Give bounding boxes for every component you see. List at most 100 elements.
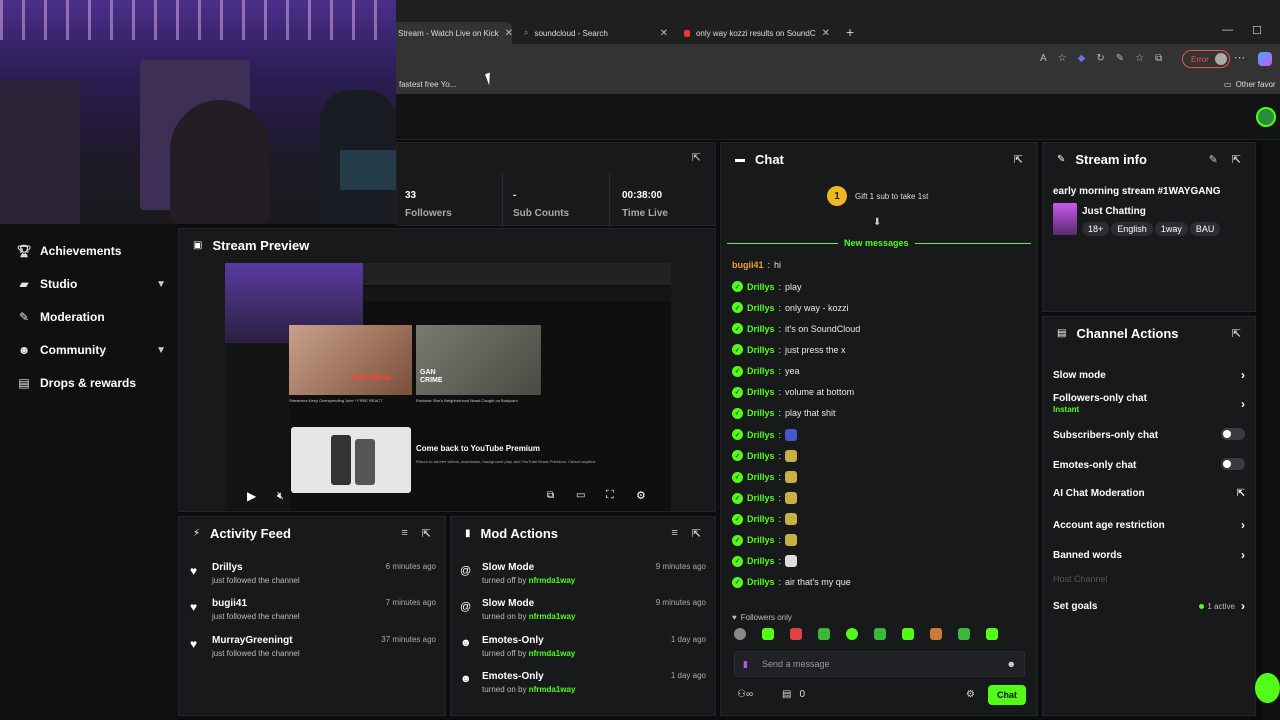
moderator-name[interactable]: nfrmda1way xyxy=(529,576,576,585)
chat-text: only way - kozzi xyxy=(785,302,849,313)
more-menu-icon[interactable]: ⋯ xyxy=(1234,51,1245,64)
chat-username[interactable]: Drillys xyxy=(747,324,775,334)
popout-icon[interactable]: ⇱ xyxy=(422,527,431,540)
microphone-icon[interactable]: ▮ xyxy=(743,659,748,670)
sidebar-item-drops[interactable]: ▤ Drops & rewards xyxy=(18,376,166,390)
emote-icon[interactable] xyxy=(902,628,914,640)
sidebar-item-achievements[interactable]: 🏆︎ Achievements xyxy=(16,244,166,258)
tag-pill[interactable]: English xyxy=(1111,222,1153,236)
filter-icon[interactable]: ≡ xyxy=(671,527,677,540)
chat-username[interactable]: Drillys xyxy=(747,282,775,292)
chat-username[interactable]: Drillys xyxy=(747,514,775,524)
maximize-button[interactable]: ☐ xyxy=(1252,24,1262,37)
chat-username[interactable]: Drillys xyxy=(747,366,775,376)
emote-icon[interactable] xyxy=(762,628,774,640)
moderator-name[interactable]: nfrmda1way xyxy=(529,649,576,658)
profile-error-badge[interactable]: Error xyxy=(1182,50,1230,68)
mute-icon[interactable]: 🔇︎ xyxy=(277,490,284,503)
chat-username[interactable]: Drillys xyxy=(747,408,775,418)
other-favorites[interactable]: ▭ Other favor xyxy=(1224,80,1276,89)
popout-icon[interactable]: ⇱ xyxy=(692,151,701,164)
settings-gear-icon[interactable]: ⚙ xyxy=(636,489,646,502)
chat-username[interactable]: Drillys xyxy=(747,345,775,355)
sidebar-item-community[interactable]: ☻ Community ▼ xyxy=(18,343,166,357)
emote-icon[interactable] xyxy=(846,628,858,640)
emote-icon[interactable] xyxy=(930,628,942,640)
moderator-name[interactable]: nfrmda1way xyxy=(529,612,576,621)
users-icon[interactable]: ⚇∞ xyxy=(737,689,753,700)
extensions-puzzle-icon[interactable]: ✎ xyxy=(1116,53,1124,64)
chat-username[interactable]: Drillys xyxy=(747,303,775,313)
chat-username[interactable]: Drillys xyxy=(747,430,775,440)
ai-moderation-row[interactable]: AI Chat Moderation ⇱ xyxy=(1053,488,1245,499)
chat-username[interactable]: Drillys xyxy=(747,451,775,461)
reader-icon[interactable]: A xyxy=(1040,53,1047,64)
star-icon[interactable]: ☆ xyxy=(1058,53,1067,64)
popout-icon[interactable]: ⇱ xyxy=(692,527,701,540)
edit-pencil-icon[interactable]: ✎ xyxy=(1209,153,1218,166)
category-name[interactable]: Just Chatting xyxy=(1082,206,1146,217)
pin-icon[interactable]: ⬇ xyxy=(873,217,881,228)
emote-icon[interactable] xyxy=(734,628,746,640)
moderator-name[interactable]: nfrmda1way xyxy=(529,685,576,694)
emotes-only-toggle[interactable] xyxy=(1221,458,1245,470)
refresh-icon[interactable]: ↻ xyxy=(1096,53,1104,64)
chat-username[interactable]: Drillys xyxy=(747,577,775,587)
chat-username[interactable]: Drillys xyxy=(747,472,775,482)
sidebar-item-studio[interactable]: ▰ Studio ▼ xyxy=(18,277,166,291)
tag-pill[interactable]: 1way xyxy=(1154,222,1188,236)
pip-icon[interactable]: ⧉ xyxy=(547,490,554,501)
account-age-row[interactable]: Account age restriction › xyxy=(1053,518,1245,532)
popout-icon[interactable]: ⇱ xyxy=(1232,327,1241,340)
emote-icon[interactable] xyxy=(790,628,802,640)
emote-icon[interactable] xyxy=(958,628,970,640)
subscribers-only-toggle[interactable] xyxy=(1221,428,1245,440)
minimize-button[interactable]: — xyxy=(1222,24,1233,36)
filter-icon[interactable]: ≡ xyxy=(401,527,407,540)
gift-sub-leaderboard[interactable]: 1 Gift 1 sub to take 1st xyxy=(827,186,928,206)
emoji-icon[interactable]: ☻ xyxy=(1007,659,1016,669)
stream-preview-video[interactable]: TOO REAL GAN CRIME Streamers Keep Oversp… xyxy=(225,263,671,511)
slow-mode-row[interactable]: Slow mode › xyxy=(1053,368,1245,382)
help-chat-button[interactable] xyxy=(1255,673,1280,703)
emote-icon[interactable] xyxy=(986,628,998,640)
chat-username[interactable]: Drillys xyxy=(747,535,775,545)
user-avatar[interactable] xyxy=(1256,107,1276,127)
category-thumbnail[interactable] xyxy=(1053,203,1077,235)
gift-balance[interactable]: ▤ 0 xyxy=(782,689,805,700)
tab-soundcloud-search[interactable]: ⌕ soundcloud - Search ✕ xyxy=(516,22,676,44)
popout-icon[interactable]: ⇱ xyxy=(1014,153,1023,166)
followers-only-row[interactable]: Followers-only chat Instant › xyxy=(1053,393,1245,414)
chat-settings-gear-icon[interactable]: ⚙ xyxy=(966,689,975,700)
theater-icon[interactable]: ▭ xyxy=(576,490,585,501)
set-goals-row[interactable]: Set goals 1 active › xyxy=(1053,599,1245,613)
banned-words-row[interactable]: Banned words › xyxy=(1053,548,1245,562)
tag-pill[interactable]: 18+ xyxy=(1082,222,1110,236)
copilot-icon[interactable] xyxy=(1258,52,1272,66)
favorites-icon[interactable]: ☆ xyxy=(1135,53,1144,64)
chat-username[interactable]: Drillys xyxy=(747,556,775,566)
extension-icon[interactable]: ◆ xyxy=(1078,53,1086,64)
chat-username[interactable]: Drillys xyxy=(747,387,775,397)
chat-username[interactable]: Drillys xyxy=(747,493,775,503)
close-icon[interactable]: ✕ xyxy=(505,28,512,39)
chat-username[interactable]: bugii41 xyxy=(732,260,764,270)
tab-soundcloud-results[interactable]: only way kozzi results on SoundC ✕ xyxy=(676,22,838,44)
fullscreen-icon[interactable]: ⛶ xyxy=(606,489,614,502)
tag-pill[interactable]: BAU xyxy=(1189,222,1221,236)
tab-kick-stream[interactable]: Stream - Watch Live on Kick ✕ xyxy=(390,22,512,44)
close-icon[interactable]: ✕ xyxy=(660,28,668,39)
emote-icon[interactable] xyxy=(818,628,830,640)
close-icon[interactable]: ✕ xyxy=(822,28,830,39)
chat-message: ✓ Drillys: just press the x xyxy=(732,344,846,356)
new-tab-button[interactable]: + xyxy=(846,24,854,40)
followers-only-label: Followers-only chat xyxy=(1053,393,1147,404)
sidebar-item-moderation[interactable]: ✎ Moderation xyxy=(18,310,166,324)
collections-icon[interactable]: ⧉ xyxy=(1155,53,1162,64)
emote-icon[interactable] xyxy=(874,628,886,640)
bookmark-item[interactable]: fastest free Yo... xyxy=(399,80,456,89)
send-chat-button[interactable]: Chat xyxy=(988,685,1026,705)
chat-input[interactable]: ▮ Send a message ☻ xyxy=(734,651,1025,677)
play-icon[interactable]: ▶ xyxy=(247,489,256,503)
popout-icon[interactable]: ⇱ xyxy=(1232,153,1241,166)
